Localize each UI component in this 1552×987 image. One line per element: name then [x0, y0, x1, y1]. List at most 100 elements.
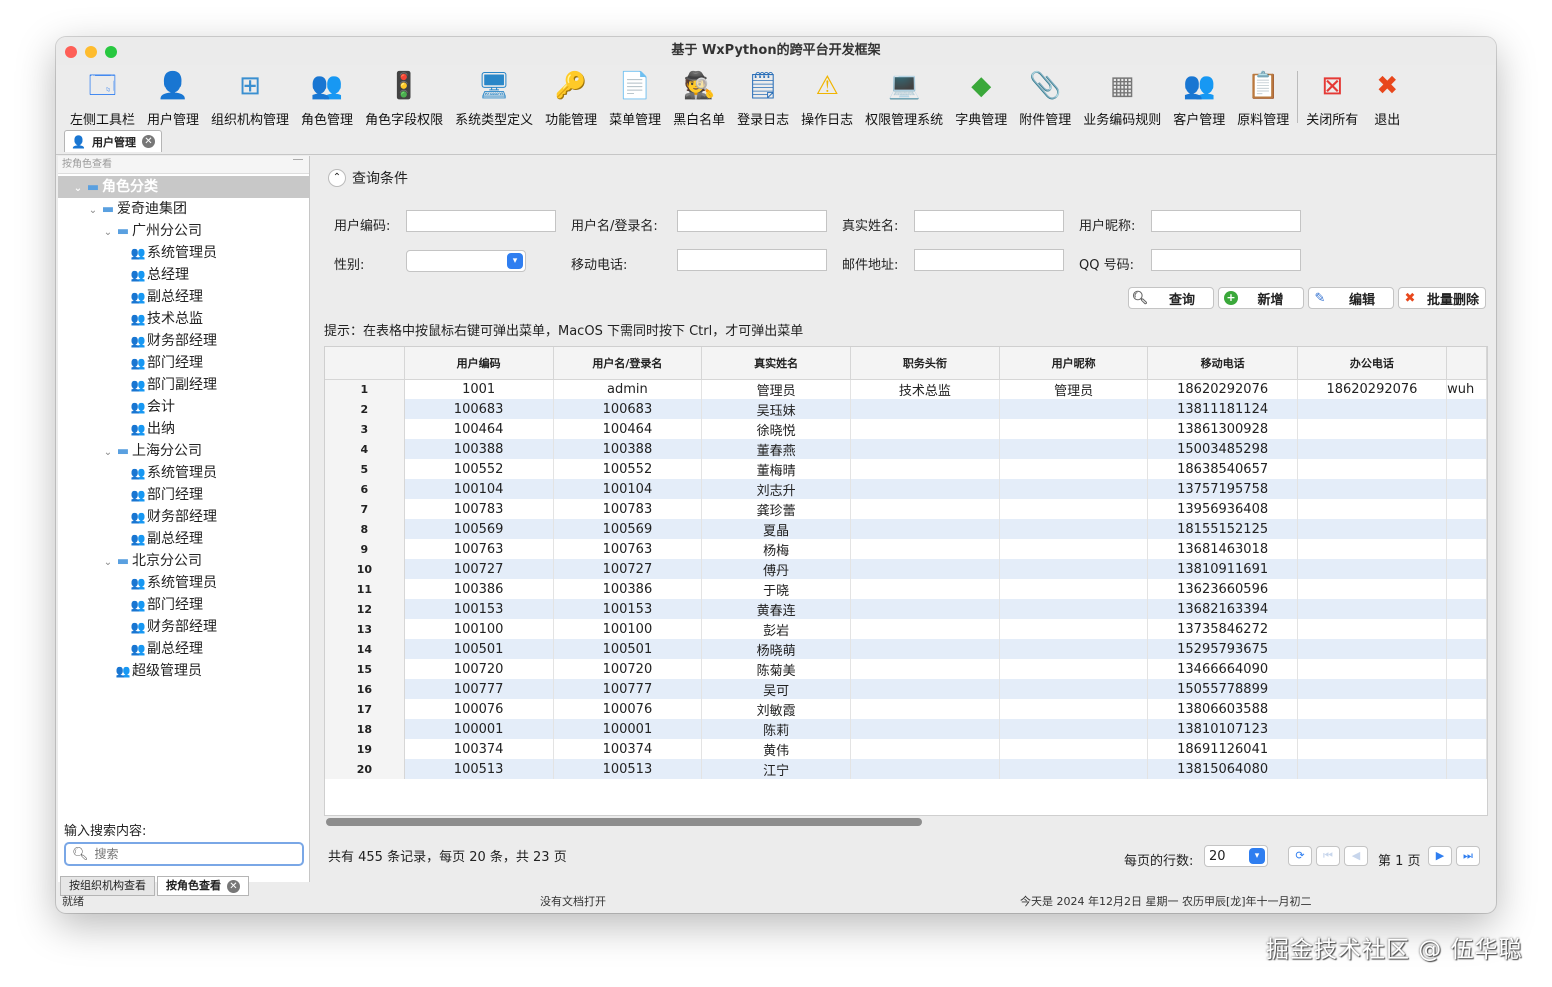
per-page-select[interactable]: 20 ▾	[1204, 845, 1268, 867]
table-row[interactable]: 9 100763 100763 杨梅 13681463018	[325, 539, 1487, 559]
chevron-down-icon[interactable]: ⌄	[72, 178, 84, 200]
chevron-down-icon[interactable]: ⌄	[87, 200, 99, 222]
next-page-button[interactable]: ▶	[1428, 846, 1452, 866]
toolbar-button-10[interactable]: ⚠ 操作日志	[795, 67, 859, 128]
tree-role-node[interactable]: 👥 部门经理	[58, 594, 310, 616]
batch-delete-button[interactable]: ✖ 批量删除	[1398, 287, 1486, 309]
table-row[interactable]: 12 100153 100153 黄春连 13682163394	[325, 599, 1487, 619]
toolbar-button-0[interactable]: 🗔 左侧工具栏	[64, 67, 141, 128]
tree-role-node[interactable]: 👥 财务部经理	[58, 506, 310, 528]
table-row[interactable]: 11 100386 100386 于晓 13623660596	[325, 579, 1487, 599]
tree-folder-node[interactable]: ⌄ ▬ 北京分公司	[58, 550, 310, 572]
refresh-button[interactable]: ⟳	[1288, 846, 1312, 866]
table-row[interactable]: 19 100374 100374 黄伟 18691126041	[325, 739, 1487, 759]
toolbar-button-14[interactable]: ▦ 业务编码规则	[1077, 67, 1167, 128]
gender-select[interactable]: ▾	[406, 250, 526, 272]
tree-folder-node[interactable]: ⌄ ▬ 爱奇迪集团	[58, 198, 310, 220]
horizontal-scrollbar[interactable]	[326, 818, 922, 826]
toolbar-button-18[interactable]: ✖ 退出	[1364, 67, 1410, 128]
toolbar-button-6[interactable]: 🔑 功能管理	[539, 67, 603, 128]
tree-role-node[interactable]: 👥 财务部经理	[58, 616, 310, 638]
search-box[interactable]: 🔍︎	[64, 842, 304, 866]
tree-folder-node[interactable]: ⌄ ▬ 广州分公司	[58, 220, 310, 242]
tree-role-node[interactable]: 👥 副总经理	[58, 528, 310, 550]
column-header[interactable]	[1446, 347, 1487, 380]
table-row[interactable]: 7 100783 100783 龚珍蕾 13956936408	[325, 499, 1487, 519]
search-button[interactable]: 🔍︎ 查询	[1128, 287, 1214, 309]
table-row[interactable]: 14 100501 100501 杨晓萌 15295793675	[325, 639, 1487, 659]
table-row[interactable]: 16 100777 100777 吴可 15055778899	[325, 679, 1487, 699]
tree-role-node[interactable]: 👥 总经理	[58, 264, 310, 286]
toolbar-button-7[interactable]: 📄 菜单管理	[603, 67, 667, 128]
edit-button[interactable]: ✎ 编辑	[1308, 287, 1394, 309]
search-input[interactable]	[94, 847, 295, 861]
tree-role-node[interactable]: 👥 会计	[58, 396, 310, 418]
email-input[interactable]	[914, 249, 1064, 271]
table-row[interactable]: 1 1001 admin 管理员 技术总监 管理员 18620292076 186202920…	[325, 379, 1487, 399]
tab-user-management[interactable]: 👤 用户管理 ✕	[64, 130, 162, 152]
qq-input[interactable]	[1151, 249, 1301, 271]
toolbar-button-8[interactable]: 🕵 黑白名单	[667, 67, 731, 128]
query-header[interactable]: ⌃ 查询条件	[328, 168, 408, 188]
minimize-panel-icon[interactable]	[293, 159, 303, 162]
toolbar-button-9[interactable]: 🗒 登录日志	[731, 67, 795, 128]
table-row[interactable]: 5 100552 100552 董梅晴 18638540657	[325, 459, 1487, 479]
chevron-down-icon[interactable]: ⌄	[102, 552, 114, 574]
chevron-down-icon[interactable]: ⌄	[102, 222, 114, 244]
table-row[interactable]: 18 100001 100001 陈莉 13810107123	[325, 719, 1487, 739]
toolbar-button-3[interactable]: 👥 角色管理	[295, 67, 359, 128]
tree-role-node[interactable]: 👥 系统管理员	[58, 572, 310, 594]
table-row[interactable]: 10 100727 100727 傅丹 13810911691	[325, 559, 1487, 579]
table-row[interactable]: 2 100683 100683 吴珏妹 13811181124	[325, 399, 1487, 419]
tree-role-node[interactable]: 👥 副总经理	[58, 286, 310, 308]
toolbar-button-15[interactable]: 👥 客户管理	[1167, 67, 1231, 128]
zoom-window-button[interactable]	[105, 46, 117, 58]
toolbar-button-2[interactable]: ⊞ 组织机构管理	[205, 67, 295, 128]
toolbar-button-5[interactable]: 🖥 系统类型定义	[449, 67, 539, 128]
table-row[interactable]: 4 100388 100388 董春燕 15003485298	[325, 439, 1487, 459]
tree-role-node[interactable]: 👥 副总经理	[58, 638, 310, 660]
table-row[interactable]: 17 100076 100076 刘敏霞 13806603588	[325, 699, 1487, 719]
tree-role-node[interactable]: 👥 系统管理员	[58, 462, 310, 484]
real-name-input[interactable]	[914, 210, 1064, 232]
toolbar-button-17[interactable]: ⊠ 关闭所有	[1300, 67, 1364, 128]
toolbar-button-12[interactable]: ◆ 字典管理	[949, 67, 1013, 128]
column-header[interactable]: 用户编码	[404, 347, 554, 380]
column-header[interactable]: 办公电话	[1297, 347, 1448, 380]
table-row[interactable]: 13 100100 100100 彭岩 13735846272	[325, 619, 1487, 639]
tree-role-node[interactable]: 👥 财务部经理	[58, 330, 310, 352]
nickname-input[interactable]	[1151, 210, 1301, 232]
chevron-down-icon[interactable]: ⌄	[102, 442, 114, 464]
user-name-input[interactable]	[677, 210, 827, 232]
table-row[interactable]: 20 100513 100513 江宁 13815064080	[325, 759, 1487, 779]
first-page-button[interactable]: ⏮	[1316, 846, 1340, 866]
table-row[interactable]: 8 100569 100569 夏晶 18155152125	[325, 519, 1487, 539]
user-grid[interactable]: 用户编码 用户名/登录名 真实姓名 职务头衔 用户昵称 移动电话 办公电话 1 1001 adm…	[324, 346, 1488, 816]
column-header[interactable]: 职务头衔	[850, 347, 1000, 380]
table-row[interactable]: 6 100104 100104 刘志升 13757195758	[325, 479, 1487, 499]
tree-role-node[interactable]: 👥 技术总监	[58, 308, 310, 330]
tree-role-node[interactable]: 👥 部门经理	[58, 352, 310, 374]
toolbar-button-4[interactable]: 🚦 角色字段权限	[359, 67, 449, 128]
chevron-up-icon[interactable]: ⌃	[328, 169, 346, 187]
tree-role-node[interactable]: 👥 部门经理	[58, 484, 310, 506]
column-header[interactable]: 用户名/登录名	[553, 347, 703, 380]
tree-folder-node[interactable]: ⌄ ▬ 角色分类	[58, 176, 310, 198]
toolbar-button-1[interactable]: 👤 用户管理	[141, 67, 205, 128]
user-code-input[interactable]	[406, 210, 556, 232]
tree-role-node[interactable]: 👥 系统管理员	[58, 242, 310, 264]
table-row[interactable]: 3 100464 100464 徐晓悦 13861300928	[325, 419, 1487, 439]
table-row[interactable]: 15 100720 100720 陈菊美 13466664090	[325, 659, 1487, 679]
last-page-button[interactable]: ⏭	[1456, 846, 1480, 866]
tree-role-node[interactable]: 👥 出纳	[58, 418, 310, 440]
column-header[interactable]: 移动电话	[1147, 347, 1298, 380]
tree-role-node[interactable]: 👥 超级管理员	[58, 660, 310, 682]
column-header[interactable]: 真实姓名	[701, 347, 851, 380]
tree-folder-node[interactable]: ⌄ ▬ 上海分公司	[58, 440, 310, 462]
add-button[interactable]: + 新增	[1218, 287, 1304, 309]
toolbar-button-11[interactable]: 💻 权限管理系统	[859, 67, 949, 128]
close-tab-icon[interactable]: ✕	[141, 135, 155, 148]
toolbar-button-13[interactable]: 📎 附件管理	[1013, 67, 1077, 128]
close-window-button[interactable]	[65, 46, 77, 58]
column-header[interactable]: 用户昵称	[999, 347, 1149, 380]
